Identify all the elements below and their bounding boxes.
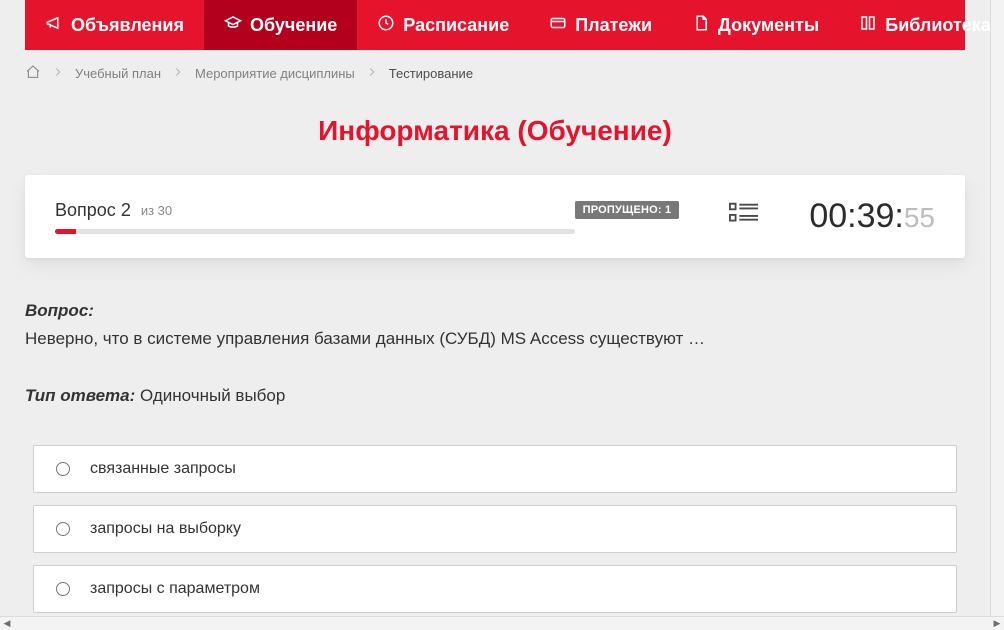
document-icon xyxy=(692,14,710,37)
timer-main: 00:39: xyxy=(809,197,904,236)
nav-label: Библиотека xyxy=(885,15,990,36)
library-icon xyxy=(859,14,877,37)
progress-bar xyxy=(55,229,575,234)
option-radio[interactable] xyxy=(56,522,70,536)
home-icon[interactable] xyxy=(25,64,41,83)
education-icon xyxy=(224,14,242,37)
scroll-track[interactable] xyxy=(14,617,990,630)
skipped-badge: ПРОПУЩЕНО: 1 xyxy=(575,201,680,219)
payment-icon xyxy=(549,14,567,37)
option-row[interactable]: связанные запросы xyxy=(33,445,957,493)
option-label: запросы с параметром xyxy=(90,580,260,598)
breadcrumb: Учебный план Мероприятие дисциплины Тест… xyxy=(25,50,965,97)
question-number-label: Вопрос 2 xyxy=(55,200,131,221)
nav-label: Платежи xyxy=(575,15,652,36)
scroll-right-arrow[interactable]: ▶ xyxy=(990,617,1004,630)
nav-label: Обучение xyxy=(250,15,337,36)
question-text: Неверно, что в системе управления базами… xyxy=(25,326,965,352)
page-title: Информатика (Обучение) xyxy=(25,97,965,175)
timer: 00:39:55 xyxy=(809,197,935,236)
scroll-left-arrow[interactable]: ◀ xyxy=(0,617,14,630)
option-row[interactable]: запросы с параметром xyxy=(33,565,957,613)
breadcrumb-link-event[interactable]: Мероприятие дисциплины xyxy=(195,66,355,81)
list-icon xyxy=(729,214,759,231)
option-label: запросы на выборку xyxy=(90,520,241,538)
nav-item-payments[interactable]: Платежи xyxy=(529,0,672,50)
option-label: связанные запросы xyxy=(90,460,236,478)
breadcrumb-link-plan[interactable]: Учебный план xyxy=(75,66,161,81)
question-heading-label: Вопрос: xyxy=(25,301,94,320)
top-nav: Объявления Обучение Расписание xyxy=(25,0,965,50)
options-list: связанные запросы запросы на выборку зап… xyxy=(25,439,965,613)
chevron-right-icon xyxy=(365,65,379,82)
answer-type-label: Тип ответа: xyxy=(25,386,135,405)
nav-item-documents[interactable]: Документы xyxy=(672,0,839,50)
answer-type-value: Одиночный выбор xyxy=(140,386,285,405)
chevron-right-icon xyxy=(51,65,65,82)
nav-item-library[interactable]: Библиотека xyxy=(839,0,990,50)
breadcrumb-current: Тестирование xyxy=(389,66,473,81)
nav-item-schedule[interactable]: Расписание xyxy=(357,0,529,50)
question-list-button[interactable] xyxy=(709,201,779,232)
horizontal-scrollbar[interactable]: ◀ ▶ xyxy=(0,616,1004,630)
chevron-right-icon xyxy=(171,65,185,82)
timer-seconds: 55 xyxy=(904,202,935,234)
nav-item-announcements[interactable]: Объявления xyxy=(25,0,204,50)
option-radio[interactable] xyxy=(56,582,70,596)
nav-item-education[interactable]: Обучение xyxy=(204,0,357,50)
nav-label: Расписание xyxy=(403,15,509,36)
nav-label: Объявления xyxy=(71,15,184,36)
nav-label: Документы xyxy=(718,15,819,36)
status-card: Вопрос 2 из 30 ПРОПУЩЕНО: 1 xyxy=(25,175,965,258)
question-of-label: из 30 xyxy=(141,203,172,218)
question-area: Вопрос: Неверно, что в системе управлени… xyxy=(25,258,965,439)
vertical-scrollbar[interactable] xyxy=(990,0,1004,616)
option-row[interactable]: запросы на выборку xyxy=(33,505,957,553)
option-radio[interactable] xyxy=(56,462,70,476)
megaphone-icon xyxy=(45,14,63,37)
clock-icon xyxy=(377,14,395,37)
